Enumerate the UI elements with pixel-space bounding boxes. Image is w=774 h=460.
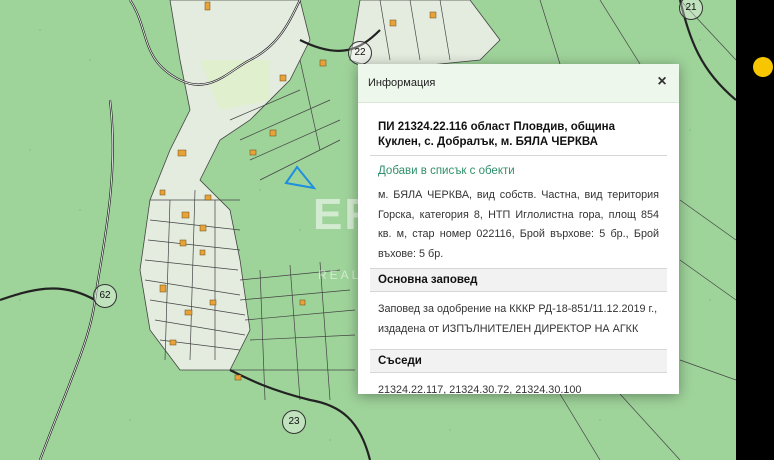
road-number-label: 23 (282, 410, 306, 434)
status-dot[interactable] (753, 57, 773, 77)
property-description: м. БЯЛА ЧЕРКВА, вид собств. Частна, вид … (378, 189, 659, 260)
neighbors-text: 21324.22.117, 21324.30.72, 21324.30.100 (378, 384, 582, 394)
neighbors-section-heading: Съседи (370, 349, 667, 373)
close-icon[interactable]: × (653, 73, 671, 91)
divider (370, 155, 667, 156)
add-to-list-link[interactable]: Добави в списък с обекти (378, 165, 659, 177)
info-panel: Информация × ПИ 21324.22.116 област Плов… (358, 64, 679, 394)
property-title: ПИ 21324.22.116 област Пловдив, община К… (378, 121, 615, 148)
road-number-label: 62 (93, 284, 117, 308)
road-number-label: 22 (348, 41, 372, 65)
selected-parcel (284, 165, 317, 190)
info-panel-body: ПИ 21324.22.116 област Пловдив, община К… (358, 120, 679, 394)
info-panel-header: Информация × (358, 64, 679, 103)
info-panel-title: Информация (368, 77, 436, 89)
order-text: Заповед за одобрение на КККР РД-18-851/1… (378, 303, 658, 335)
order-section-heading: Основна заповед (370, 268, 667, 292)
